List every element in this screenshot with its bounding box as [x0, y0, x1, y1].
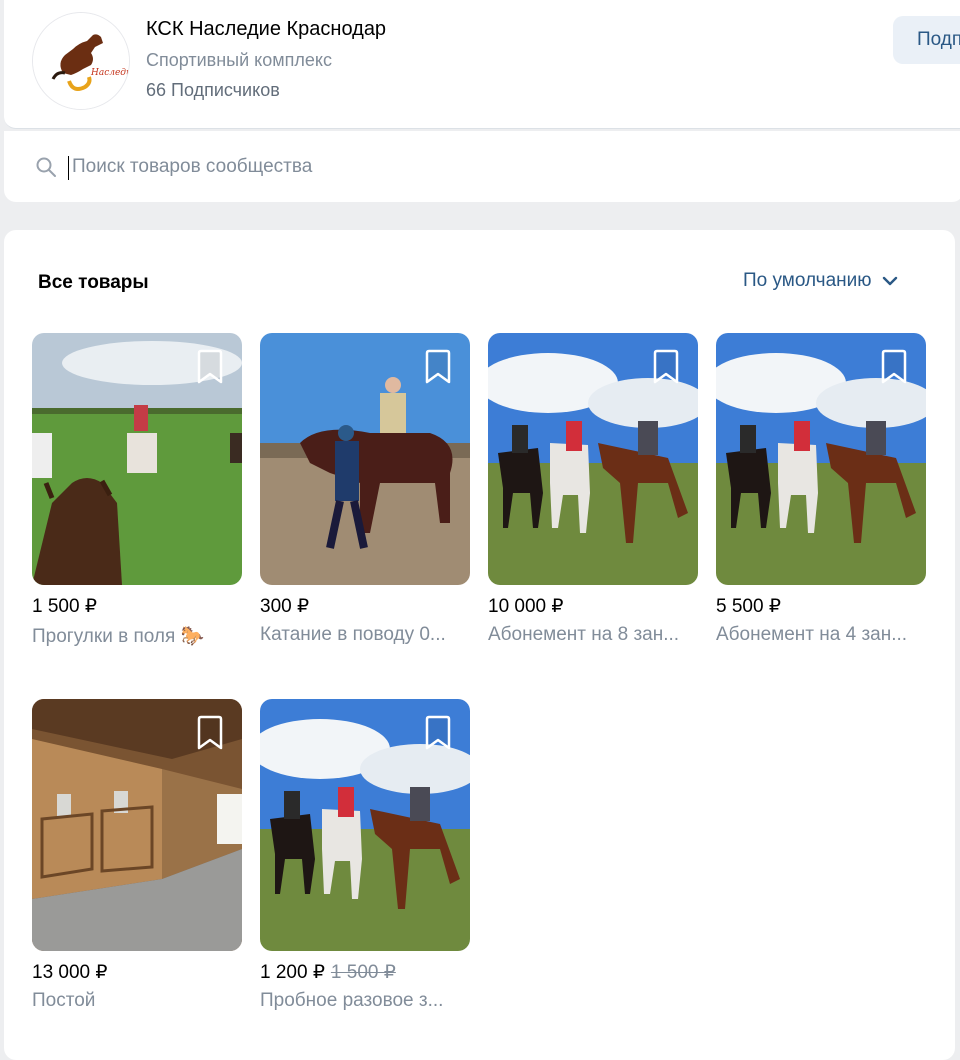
- bookmark-icon[interactable]: [194, 715, 226, 751]
- community-type: Спортивный комплекс: [146, 50, 332, 70]
- product-photo[interactable]: [716, 333, 926, 585]
- product-photo[interactable]: [32, 333, 242, 585]
- product-price: 1 500 ₽: [32, 596, 97, 617]
- product-card[interactable]: 10 000 ₽ Абонемент на 8 зан...: [488, 333, 698, 646]
- product-title[interactable]: Постой: [32, 990, 242, 1012]
- bookmark-icon[interactable]: [194, 349, 226, 385]
- subscribe-button[interactable]: Подписаться: [893, 16, 960, 64]
- product-title[interactable]: Катание в поводу 0...: [260, 624, 470, 646]
- search-input[interactable]: [72, 151, 672, 183]
- product-title[interactable]: Прогулки в поля 🐎: [32, 624, 242, 648]
- product-photo[interactable]: [260, 699, 470, 951]
- sort-dropdown[interactable]: По умолчанию: [743, 270, 898, 292]
- product-price: 10 000 ₽: [488, 596, 564, 617]
- product-card[interactable]: 13 000 ₽ Постой: [32, 699, 242, 1012]
- svg-text:Наследие: Наследие: [90, 68, 129, 78]
- bookmark-icon[interactable]: [650, 349, 682, 385]
- section-title: Все товары: [38, 272, 149, 293]
- product-price: 300 ₽: [260, 596, 310, 617]
- product-card[interactable]: 1 200 ₽1 500 ₽ Пробное разовое з...: [260, 699, 470, 1012]
- product-photo[interactable]: [260, 333, 470, 585]
- bookmark-icon[interactable]: [422, 715, 454, 751]
- product-photo[interactable]: [488, 333, 698, 585]
- chevron-down-icon: [882, 276, 897, 286]
- bookmark-icon[interactable]: [878, 349, 910, 385]
- product-old-price: 1 500 ₽: [330, 962, 396, 983]
- horse-logo-icon: Наследие: [33, 13, 129, 109]
- bookmark-icon[interactable]: [422, 349, 454, 385]
- community-avatar[interactable]: Наследие: [32, 12, 130, 110]
- subscriber-count[interactable]: 66 Подписчиков: [146, 80, 280, 101]
- product-price: 13 000 ₽: [32, 962, 108, 983]
- product-price: 5 500 ₽: [716, 596, 781, 617]
- search-bar: [4, 131, 960, 202]
- product-title[interactable]: Абонемент на 4 зан...: [716, 624, 926, 646]
- sort-label: По умолчанию: [743, 270, 872, 291]
- text-cursor: [68, 156, 69, 180]
- search-icon: [36, 157, 56, 177]
- product-title[interactable]: Пробное разовое з...: [260, 990, 470, 1012]
- product-card[interactable]: 5 500 ₽ Абонемент на 4 зан...: [716, 333, 926, 646]
- product-price: 1 200 ₽1 500 ₽: [260, 962, 396, 983]
- product-card[interactable]: 1 500 ₽ Прогулки в поля 🐎: [32, 333, 242, 648]
- community-name[interactable]: КСК Наследие Краснодар: [146, 18, 386, 41]
- product-photo[interactable]: [32, 699, 242, 951]
- product-card[interactable]: 300 ₽ Катание в поводу 0...: [260, 333, 470, 646]
- product-title[interactable]: Абонемент на 8 зан...: [488, 624, 698, 646]
